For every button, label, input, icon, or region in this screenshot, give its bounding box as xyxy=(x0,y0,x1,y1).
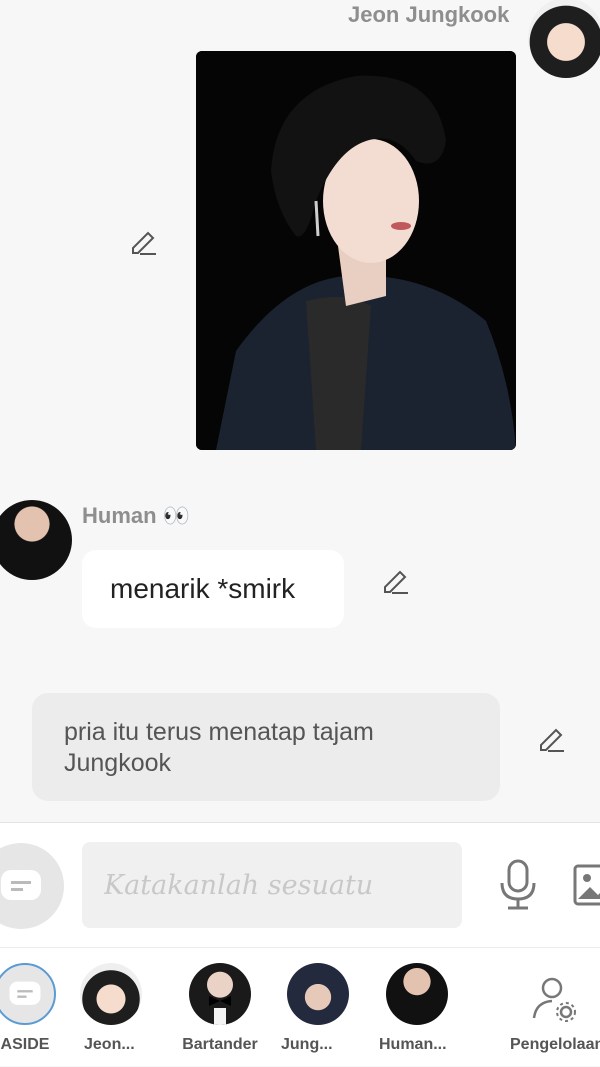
nav-item-human[interactable]: Human... xyxy=(372,948,462,1067)
nav-label-jeon: Jeon... xyxy=(84,1036,135,1053)
user-message-bubble[interactable]: menarik *smirk xyxy=(82,550,344,628)
nav-item-pengelolaan[interactable]: Pengelolaan xyxy=(510,948,600,1067)
edit-narration-icon[interactable] xyxy=(536,723,566,753)
user-avatar[interactable] xyxy=(0,500,72,580)
image-icon xyxy=(573,864,600,906)
aside-nav-icon xyxy=(0,963,56,1025)
char-sender-name: Jeon Jungkook xyxy=(348,2,510,27)
bottom-navigation: ASIDE Jeon... Bartander Jung... Human... xyxy=(0,947,600,1066)
nav-item-jeon[interactable]: Jeon... xyxy=(66,948,156,1067)
nav-item-aside[interactable]: ASIDE xyxy=(0,948,70,1067)
char-message-image[interactable] xyxy=(196,51,516,450)
portrait-image xyxy=(196,51,516,450)
nav-label-human: Human... xyxy=(379,1036,447,1053)
nav-label-jung: Jung... xyxy=(281,1036,333,1053)
nav-label-pengelolaan: Pengelolaan xyxy=(510,1036,600,1053)
aside-toggle-button[interactable] xyxy=(0,843,64,929)
jeon-avatar xyxy=(80,963,142,1025)
nav-label-bartander: Bartander xyxy=(182,1036,258,1053)
nav-label-aside: ASIDE xyxy=(0,1036,50,1053)
message-input-bar xyxy=(0,822,600,947)
microphone-icon xyxy=(500,859,536,910)
nav-item-bartander[interactable]: Bartander xyxy=(175,948,265,1067)
narration-bubble[interactable]: pria itu terus menatap tajam Jungkook xyxy=(32,693,500,801)
human-avatar xyxy=(386,963,448,1025)
nav-item-jung[interactable]: Jung... xyxy=(273,948,363,1067)
chat-bubble-icon xyxy=(1,870,41,900)
user-settings-icon xyxy=(530,974,578,1022)
bow-tie-icon xyxy=(209,996,231,1025)
jung-avatar xyxy=(287,963,349,1025)
chat-area: Jeon Jungkook Human 👀 menarik *smirk pri… xyxy=(0,0,600,822)
image-upload-button[interactable] xyxy=(572,863,600,907)
edit-char-message-icon[interactable] xyxy=(128,226,158,256)
char-avatar[interactable] xyxy=(528,0,600,78)
message-input[interactable] xyxy=(82,842,462,928)
chat-bubble-icon xyxy=(9,981,41,1005)
microphone-button[interactable] xyxy=(496,859,540,911)
edit-user-message-icon[interactable] xyxy=(380,565,410,595)
user-sender-name: Human 👀 xyxy=(82,503,191,528)
bartander-avatar xyxy=(189,963,251,1025)
